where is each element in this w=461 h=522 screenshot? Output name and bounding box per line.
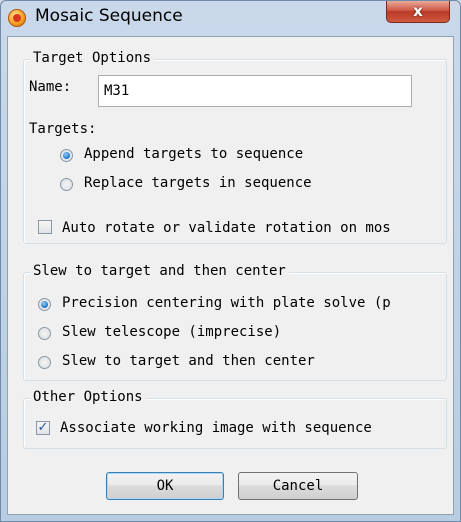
- slew-group: Slew to target and then center Precision…: [23, 263, 447, 381]
- dialog-body: Target Options Name: M31 Targets: Append…: [7, 36, 454, 515]
- other-options-title: Other Options: [30, 389, 146, 405]
- precision-centering-radio[interactable]: [38, 298, 51, 311]
- other-options-group: Other Options ✓ Associate working image …: [23, 389, 447, 449]
- precision-centering-label[interactable]: Precision centering with plate solve (p: [62, 295, 391, 311]
- slew-telescope-radio[interactable]: [38, 327, 51, 340]
- cancel-button[interactable]: Cancel: [238, 472, 358, 500]
- close-icon: x: [413, 2, 423, 20]
- append-targets-label[interactable]: Append targets to sequence: [84, 146, 303, 162]
- ok-button[interactable]: OK: [106, 472, 224, 500]
- title-bar[interactable]: Mosaic Sequence x: [1, 1, 460, 35]
- slew-then-center-label[interactable]: Slew to target and then center: [62, 353, 315, 369]
- replace-targets-radio[interactable]: [60, 178, 73, 191]
- target-options-title: Target Options: [30, 50, 155, 66]
- append-targets-radio[interactable]: [60, 149, 73, 162]
- slew-group-title: Slew to target and then center: [30, 263, 289, 279]
- mosaic-sequence-dialog: Mosaic Sequence x Target Options Name: M…: [0, 0, 461, 522]
- auto-rotate-checkbox[interactable]: [38, 220, 52, 234]
- auto-rotate-label[interactable]: Auto rotate or validate rotation on mos: [62, 220, 391, 236]
- checkmark-icon: ✓: [37, 420, 49, 435]
- window-title: Mosaic Sequence: [35, 6, 183, 26]
- close-button[interactable]: x: [386, 1, 450, 23]
- slew-telescope-label[interactable]: Slew telescope (imprecise): [62, 324, 281, 340]
- slew-then-center-radio[interactable]: [38, 356, 51, 369]
- name-label: Name:: [29, 79, 72, 95]
- app-icon: [8, 9, 26, 27]
- associate-image-label[interactable]: Associate working image with sequence: [60, 420, 372, 436]
- replace-targets-label[interactable]: Replace targets in sequence: [84, 175, 312, 191]
- associate-image-checkbox[interactable]: ✓: [36, 421, 50, 435]
- targets-label: Targets:: [29, 121, 97, 137]
- target-options-group: Target Options Name: M31 Targets: Append…: [23, 50, 447, 244]
- name-input[interactable]: M31: [98, 75, 412, 107]
